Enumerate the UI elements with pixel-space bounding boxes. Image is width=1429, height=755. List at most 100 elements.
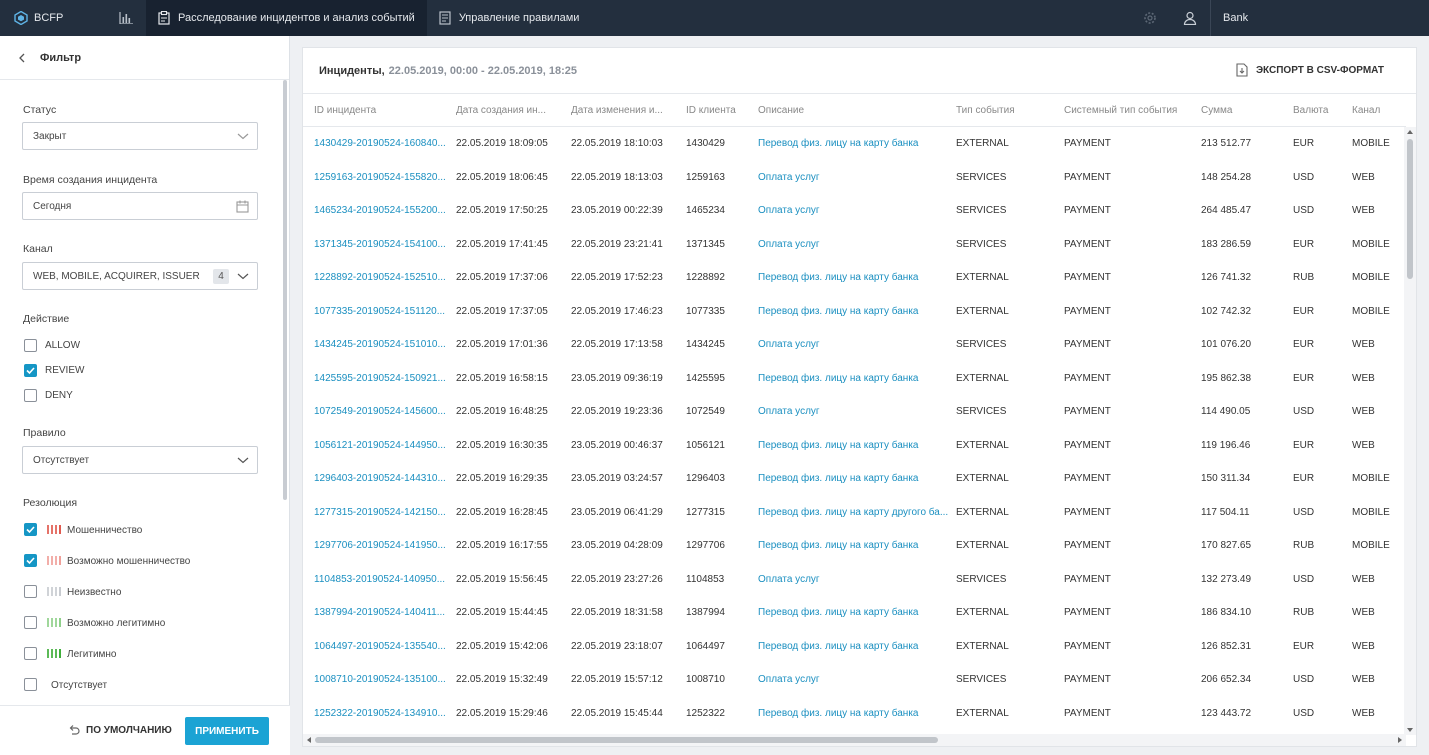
checkbox-resolution-1[interactable] bbox=[24, 554, 37, 567]
column-header[interactable]: Сумма bbox=[1201, 105, 1232, 116]
export-csv-button[interactable]: ЭКСПОРТ В CSV-ФОРМАТ bbox=[1236, 63, 1384, 77]
table-cell[interactable]: 1297706-20190524-141950... bbox=[314, 540, 446, 551]
table-vertical-scrollbar[interactable] bbox=[1404, 127, 1416, 735]
checkbox-resolution-3[interactable] bbox=[24, 616, 37, 629]
apply-button[interactable]: ПРИМЕНИТЬ bbox=[185, 717, 269, 745]
table-row[interactable]: 1104853-20190524-140950... 22.05.2019 15:… bbox=[303, 563, 1406, 597]
table-cell[interactable]: Перевод физ. лицу на карту банка bbox=[758, 373, 918, 384]
column-header[interactable]: Валюта bbox=[1293, 105, 1328, 116]
table-row[interactable]: 1371345-20190524-154100... 22.05.2019 17:… bbox=[303, 228, 1406, 262]
checkbox-allow[interactable] bbox=[24, 339, 37, 352]
table-cell: SERVICES bbox=[956, 205, 1007, 216]
time-select[interactable]: Сегодня bbox=[22, 192, 258, 220]
table-row[interactable]: 1296403-20190524-144310... 22.05.2019 16:… bbox=[303, 462, 1406, 496]
table-cell[interactable]: 1072549-20190524-145600... bbox=[314, 406, 446, 417]
table-cell[interactable]: 1104853-20190524-140950... bbox=[314, 574, 445, 585]
settings-button[interactable] bbox=[1130, 0, 1170, 36]
scroll-down-arrow-icon[interactable] bbox=[1407, 728, 1413, 733]
checkbox-resolution-0[interactable] bbox=[24, 523, 37, 536]
user-profile-button[interactable] bbox=[1170, 0, 1210, 36]
app-logo[interactable]: BCFP bbox=[0, 0, 106, 36]
table-cell[interactable]: 1277315-20190524-142150... bbox=[314, 507, 446, 518]
channel-select[interactable]: WEB, MOBILE, ACQUIRER, ISSUER 4 bbox=[22, 262, 258, 290]
column-header[interactable]: Тип события bbox=[956, 105, 1015, 116]
table-cell: WEB bbox=[1352, 339, 1375, 350]
table-cell[interactable]: Перевод физ. лицу на карту банка bbox=[758, 641, 918, 652]
table-row[interactable]: 1056121-20190524-144950... 22.05.2019 16:… bbox=[303, 429, 1406, 463]
dashboard-nav-button[interactable] bbox=[106, 0, 146, 36]
table-cell[interactable]: Перевод физ. лицу на карту банка bbox=[758, 540, 918, 551]
column-header[interactable]: Описание bbox=[758, 105, 804, 116]
table-row[interactable]: 1072549-20190524-145600... 22.05.2019 16:… bbox=[303, 395, 1406, 429]
table-row[interactable]: 1064497-20190524-135540... 22.05.2019 15:… bbox=[303, 630, 1406, 664]
table-cell[interactable]: Перевод физ. лицу на карту банка bbox=[758, 708, 918, 719]
table-cell[interactable]: 1434245-20190524-151010... bbox=[314, 339, 446, 350]
table-cell[interactable]: Оплата услуг bbox=[758, 172, 820, 183]
checkbox-resolution-4[interactable] bbox=[24, 647, 37, 660]
table-row[interactable]: 1425595-20190524-150921... 22.05.2019 16:… bbox=[303, 362, 1406, 396]
table-row[interactable]: 1430429-20190524-160840... 22.05.2019 18:… bbox=[303, 127, 1406, 161]
checkbox-resolution-5[interactable] bbox=[24, 678, 37, 691]
top-navbar: BCFP Расследование инцидентов и анализ с… bbox=[0, 0, 1429, 36]
tab-investigation[interactable]: Расследование инцидентов и анализ событи… bbox=[146, 0, 427, 36]
table-row[interactable]: 1259163-20190524-155820... 22.05.2019 18:… bbox=[303, 161, 1406, 195]
table-row[interactable]: 1077335-20190524-151120... 22.05.2019 17:… bbox=[303, 295, 1406, 329]
table-cell[interactable]: Оплата услуг bbox=[758, 674, 820, 685]
table-cell[interactable]: 1465234-20190524-155200... bbox=[314, 205, 446, 216]
table-cell[interactable]: Перевод физ. лицу на карту банка bbox=[758, 138, 918, 149]
scroll-up-arrow-icon[interactable] bbox=[1407, 129, 1413, 134]
table-row[interactable]: 1387994-20190524-140411... 22.05.2019 15:… bbox=[303, 596, 1406, 630]
table-cell[interactable]: 1064497-20190524-135540... bbox=[314, 641, 446, 652]
table-row[interactable]: 1008710-20190524-135100... 22.05.2019 15:… bbox=[303, 663, 1406, 697]
table-cell[interactable]: 1425595-20190524-150921... bbox=[314, 373, 446, 384]
table-cell[interactable]: 1259163-20190524-155820... bbox=[314, 172, 446, 183]
table-row[interactable]: 1465234-20190524-155200... 22.05.2019 17:… bbox=[303, 194, 1406, 228]
horizontal-scroll-thumb[interactable] bbox=[315, 737, 938, 743]
rule-select[interactable]: Отсутствует bbox=[22, 446, 258, 474]
table-cell[interactable]: Оплата услуг bbox=[758, 574, 820, 585]
tab-rules[interactable]: Управление правилами bbox=[427, 0, 592, 36]
column-header[interactable]: Дата изменения и... bbox=[571, 105, 663, 116]
checkbox-review[interactable] bbox=[24, 364, 37, 377]
column-header[interactable]: Дата создания ин... bbox=[456, 105, 546, 116]
status-select[interactable]: Закрыт bbox=[22, 122, 258, 150]
table-cell[interactable]: Оплата услуг bbox=[758, 205, 820, 216]
table-cell[interactable]: 1077335-20190524-151120... bbox=[314, 306, 445, 317]
table-cell[interactable]: Перевод физ. лицу на карту банка bbox=[758, 607, 918, 618]
checkbox-resolution-2[interactable] bbox=[24, 585, 37, 598]
table-cell[interactable]: 1252322-20190524-134910... bbox=[314, 708, 446, 719]
organization-selector[interactable]: Bank bbox=[1210, 0, 1429, 36]
table-cell[interactable]: 1296403-20190524-144310... bbox=[314, 473, 446, 484]
table-cell[interactable]: 1056121-20190524-144950... bbox=[314, 440, 446, 451]
table-cell[interactable]: 1008710-20190524-135100... bbox=[314, 674, 446, 685]
table-cell[interactable]: 1387994-20190524-140411... bbox=[314, 607, 445, 618]
table-cell[interactable]: Перевод физ. лицу на карту банка bbox=[758, 306, 918, 317]
column-header[interactable]: ID клиента bbox=[686, 105, 736, 116]
scroll-right-arrow-icon[interactable] bbox=[1398, 737, 1403, 743]
table-cell[interactable]: 1430429-20190524-160840... bbox=[314, 138, 446, 149]
vertical-scroll-thumb[interactable] bbox=[1407, 139, 1413, 279]
table-cell[interactable]: Перевод физ. лицу на карту банка bbox=[758, 440, 918, 451]
default-button[interactable]: ПО УМОЛЧАНИЮ bbox=[68, 724, 172, 736]
table-row[interactable]: 1297706-20190524-141950... 22.05.2019 16:… bbox=[303, 529, 1406, 563]
sidebar-scrollbar[interactable] bbox=[283, 80, 287, 500]
table-cell[interactable]: Перевод физ. лицу на карту банка bbox=[758, 473, 918, 484]
table-row[interactable]: 1252322-20190524-134910... 22.05.2019 15:… bbox=[303, 697, 1406, 731]
checkbox-deny[interactable] bbox=[24, 389, 37, 402]
table-cell[interactable]: Оплата услуг bbox=[758, 339, 820, 350]
table-row[interactable]: 1434245-20190524-151010... 22.05.2019 17:… bbox=[303, 328, 1406, 362]
column-header[interactable]: ID инцидента bbox=[314, 105, 376, 116]
table-horizontal-scrollbar[interactable] bbox=[303, 734, 1406, 746]
table-cell[interactable]: Перевод физ. лицу на карту другого ба... bbox=[758, 507, 948, 518]
scroll-left-arrow-icon[interactable] bbox=[306, 737, 311, 743]
table-cell[interactable]: Перевод физ. лицу на карту банка bbox=[758, 272, 918, 283]
table-cell[interactable]: Оплата услуг bbox=[758, 406, 820, 417]
table-cell[interactable]: Оплата услуг bbox=[758, 239, 820, 250]
table-row[interactable]: 1277315-20190524-142150... 22.05.2019 16:… bbox=[303, 496, 1406, 530]
table-cell[interactable]: 1228892-20190524-152510... bbox=[314, 272, 446, 283]
table-cell[interactable]: 1371345-20190524-154100... bbox=[314, 239, 446, 250]
chevron-left-icon[interactable] bbox=[18, 53, 26, 63]
table-row[interactable]: 1228892-20190524-152510... 22.05.2019 17:… bbox=[303, 261, 1406, 295]
column-header[interactable]: Системный тип события bbox=[1064, 105, 1177, 116]
column-header[interactable]: Канал bbox=[1352, 105, 1380, 116]
